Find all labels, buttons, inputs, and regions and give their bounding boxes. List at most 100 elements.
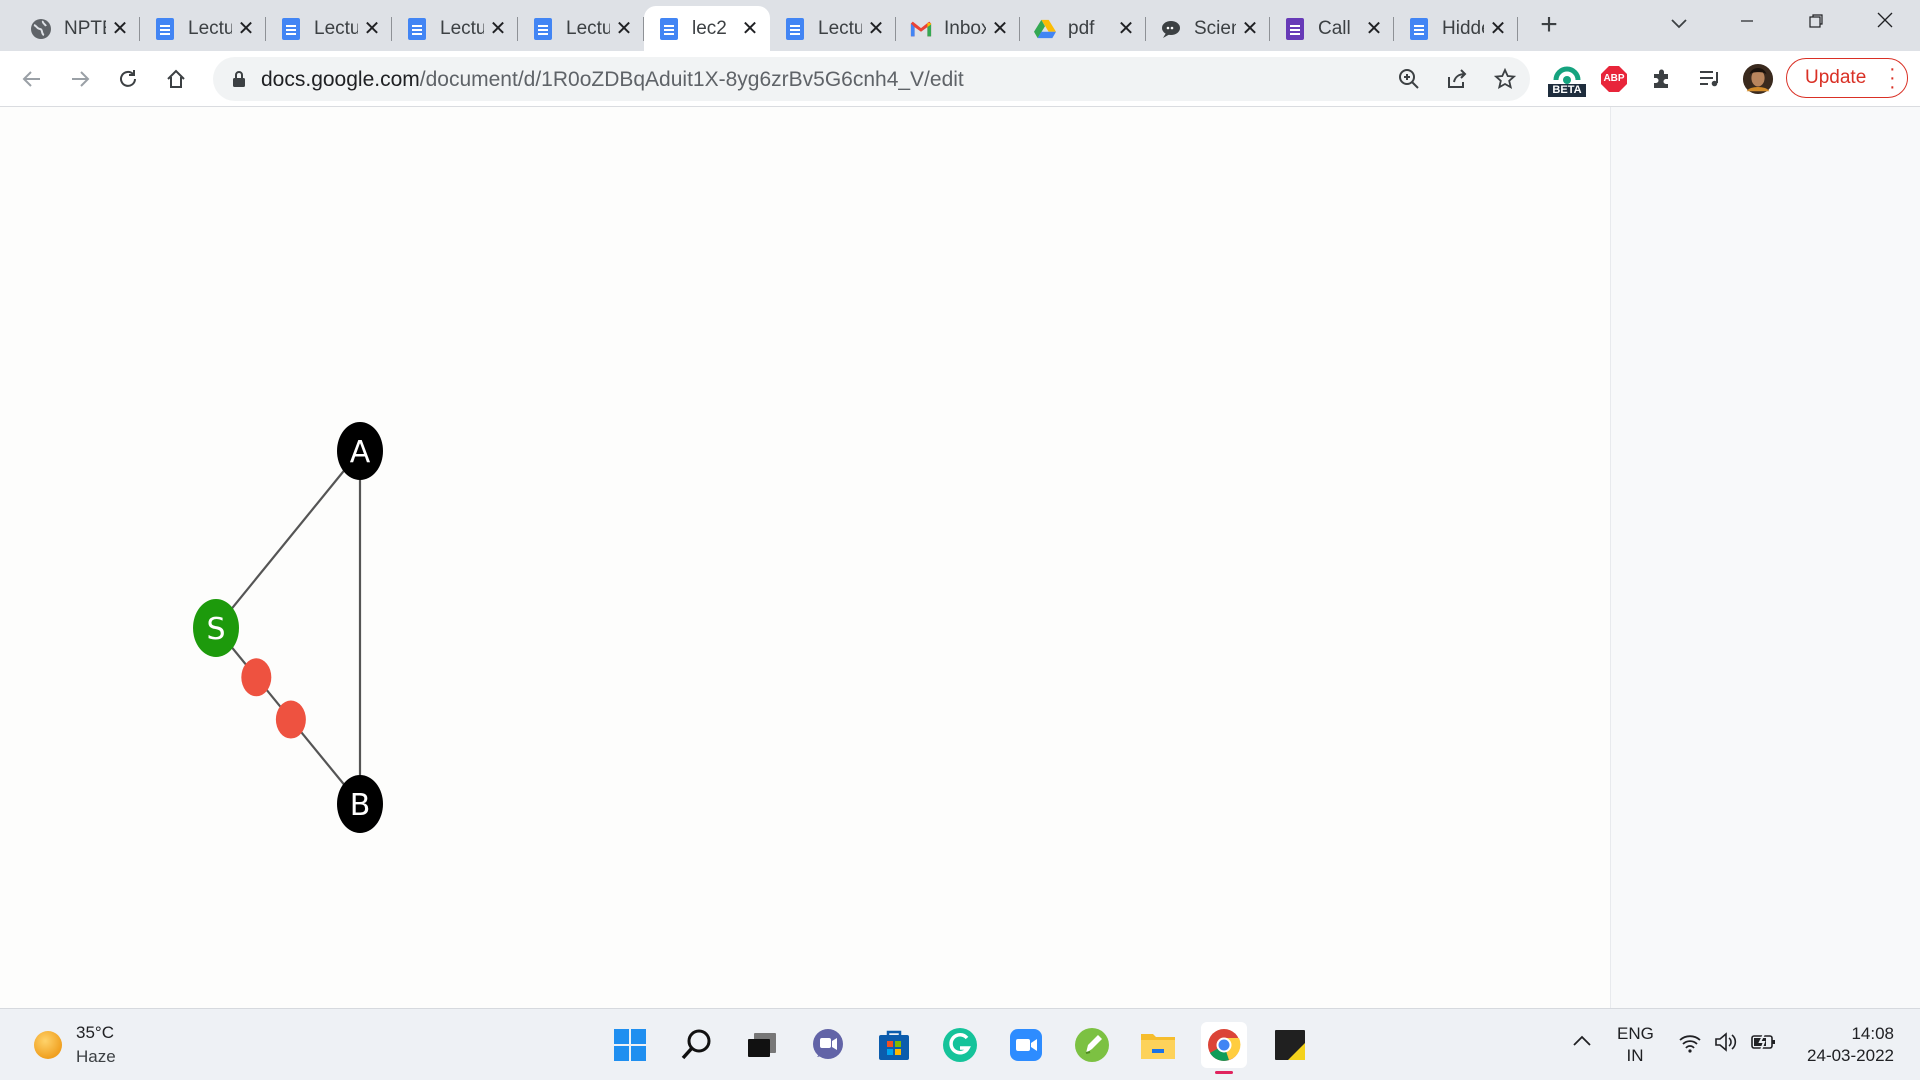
close-tab-icon[interactable]: ✕	[1116, 18, 1136, 40]
media-queue-icon[interactable]	[1694, 63, 1726, 95]
microsoft-store-icon[interactable]	[871, 1022, 917, 1068]
weather-temp: 35°C	[76, 1023, 114, 1042]
lock-icon[interactable]	[227, 67, 251, 91]
globe-icon	[30, 18, 52, 40]
tab-title: NPTEL	[64, 17, 106, 39]
graph-diagram: A S B	[193, 422, 383, 833]
close-tab-icon[interactable]: ✕	[866, 18, 886, 40]
show-hidden-icons-chevron-icon[interactable]	[1572, 1033, 1592, 1053]
graph-node-s: S	[193, 599, 239, 657]
tab-title: Call	[1318, 17, 1351, 39]
file-explorer-icon[interactable]	[1135, 1022, 1181, 1068]
forward-arrow-icon[interactable]	[64, 63, 96, 95]
tab-lecture-4[interactable]: Lecture ✕	[518, 6, 644, 51]
tab-lecture-2[interactable]: Lecture ✕	[266, 6, 392, 51]
adblock-label: ABP	[1603, 73, 1625, 84]
zoom-app-icon[interactable]	[1003, 1022, 1049, 1068]
tab-science[interactable]: Science ✕	[1146, 6, 1270, 51]
forms-icon	[1284, 17, 1306, 40]
battery-icon[interactable]	[1750, 1033, 1778, 1056]
home-icon[interactable]	[160, 63, 192, 95]
avatar[interactable]	[1742, 63, 1774, 95]
tab-title: pdf	[1068, 17, 1095, 39]
teams-chat-icon[interactable]	[805, 1022, 851, 1068]
graph-node-label: A	[350, 435, 371, 470]
tab-lecture-1[interactable]: Lecture ✕	[140, 6, 266, 51]
new-tab-button[interactable]: +	[1534, 10, 1564, 40]
back-arrow-icon[interactable]	[16, 63, 48, 95]
gmail-icon	[910, 18, 932, 40]
tab-strip: NPTEL ✕ Lecture ✕ Lecture ✕ Lecture ✕ Le…	[0, 0, 1920, 51]
close-tab-icon[interactable]: ✕	[1488, 18, 1508, 40]
reload-icon[interactable]	[112, 63, 144, 95]
sun-haze-icon	[34, 1031, 62, 1059]
tab-title: Lecture	[314, 17, 358, 39]
tab-title: Lecture	[818, 17, 862, 39]
address-bar[interactable]: docs.google.com/document/d/1R0oZDBqAduit…	[213, 57, 1530, 101]
task-view-icon[interactable]	[739, 1022, 785, 1068]
active-app-indicator	[1215, 1071, 1233, 1074]
clock-date: 24-03-2022	[1807, 1046, 1894, 1065]
close-tab-icon[interactable]: ✕	[614, 18, 634, 40]
tab-lecture-3[interactable]: Lecture ✕	[392, 6, 518, 51]
tab-search-chevron-icon[interactable]	[1656, 8, 1702, 38]
tab-pdf[interactable]: pdf ✕	[1020, 6, 1146, 51]
tab-title: Lecture	[566, 17, 610, 39]
lang-bottom: IN	[1626, 1046, 1644, 1065]
docs-icon	[532, 17, 554, 40]
tab-title: Lecture	[440, 17, 484, 39]
share-icon[interactable]	[1445, 67, 1469, 91]
close-tab-icon[interactable]: ✕	[362, 18, 382, 40]
tab-nptel[interactable]: NPTEL ✕	[16, 6, 140, 51]
bookmark-star-icon[interactable]	[1493, 67, 1517, 91]
close-tab-icon[interactable]: ✕	[488, 18, 508, 40]
puzzle-extensions-icon[interactable]	[1646, 63, 1678, 95]
edge-S-A	[215, 450, 361, 629]
zoom-icon[interactable]	[1397, 67, 1421, 91]
tab-lecture-5[interactable]: Lecture ✕	[770, 6, 896, 51]
tab-hidden[interactable]: Hidden ✕	[1394, 6, 1518, 51]
sticky-notes-icon[interactable]	[1267, 1022, 1313, 1068]
tab-lec2-active[interactable]: lec2 ✕	[644, 6, 770, 51]
url-text[interactable]: docs.google.com/document/d/1R0oZDBqAduit…	[261, 68, 964, 92]
more-vert-icon[interactable]: · · ·	[1889, 59, 1896, 97]
volume-icon[interactable]	[1714, 1031, 1740, 1058]
clock[interactable]: 14:08 24-03-2022	[1790, 1023, 1894, 1067]
graph-node-b: B	[337, 775, 383, 833]
graph-node-label: B	[350, 788, 371, 823]
close-window-button[interactable]	[1862, 8, 1908, 38]
language-indicator[interactable]: ENG IN	[1617, 1023, 1654, 1067]
restore-button[interactable]	[1793, 8, 1839, 38]
minimize-button[interactable]	[1724, 8, 1770, 38]
tab-inbox[interactable]: Inbox ✕	[896, 6, 1020, 51]
search-icon[interactable]	[673, 1022, 719, 1068]
docs-icon	[406, 17, 428, 40]
close-tab-icon[interactable]: ✕	[740, 18, 760, 40]
weather-widget[interactable]: 35°C Haze	[30, 1023, 170, 1067]
update-button[interactable]: Update · · ·	[1786, 58, 1908, 98]
docs-icon	[280, 17, 302, 40]
wifi-icon[interactable]	[1678, 1033, 1702, 1058]
document-area: A S B	[0, 107, 1920, 1008]
graph-node-a: A	[337, 422, 383, 480]
close-tab-icon[interactable]: ✕	[1364, 18, 1384, 40]
beta-extension-icon[interactable]: BETA	[1548, 63, 1586, 97]
graph-node-label: S	[206, 612, 225, 647]
edit-app-icon[interactable]	[1069, 1022, 1115, 1068]
docs-icon	[784, 17, 806, 40]
docs-icon	[658, 17, 680, 40]
chrome-icon[interactable]	[1201, 1022, 1247, 1074]
docs-icon	[1408, 17, 1430, 40]
adblock-icon[interactable]: ABP	[1598, 63, 1630, 95]
clock-time: 14:08	[1851, 1024, 1894, 1043]
close-tab-icon[interactable]: ✕	[1240, 18, 1260, 40]
document-page[interactable]: A S B	[0, 107, 1610, 1008]
tab-title: Inbox	[944, 17, 986, 39]
docs-icon	[154, 17, 176, 40]
close-tab-icon[interactable]: ✕	[990, 18, 1010, 40]
grammarly-icon[interactable]	[937, 1022, 983, 1068]
close-tab-icon[interactable]: ✕	[110, 18, 130, 40]
start-windows-icon[interactable]	[607, 1022, 653, 1068]
close-tab-icon[interactable]: ✕	[236, 18, 256, 40]
tab-call[interactable]: Call ✕	[1270, 6, 1394, 51]
